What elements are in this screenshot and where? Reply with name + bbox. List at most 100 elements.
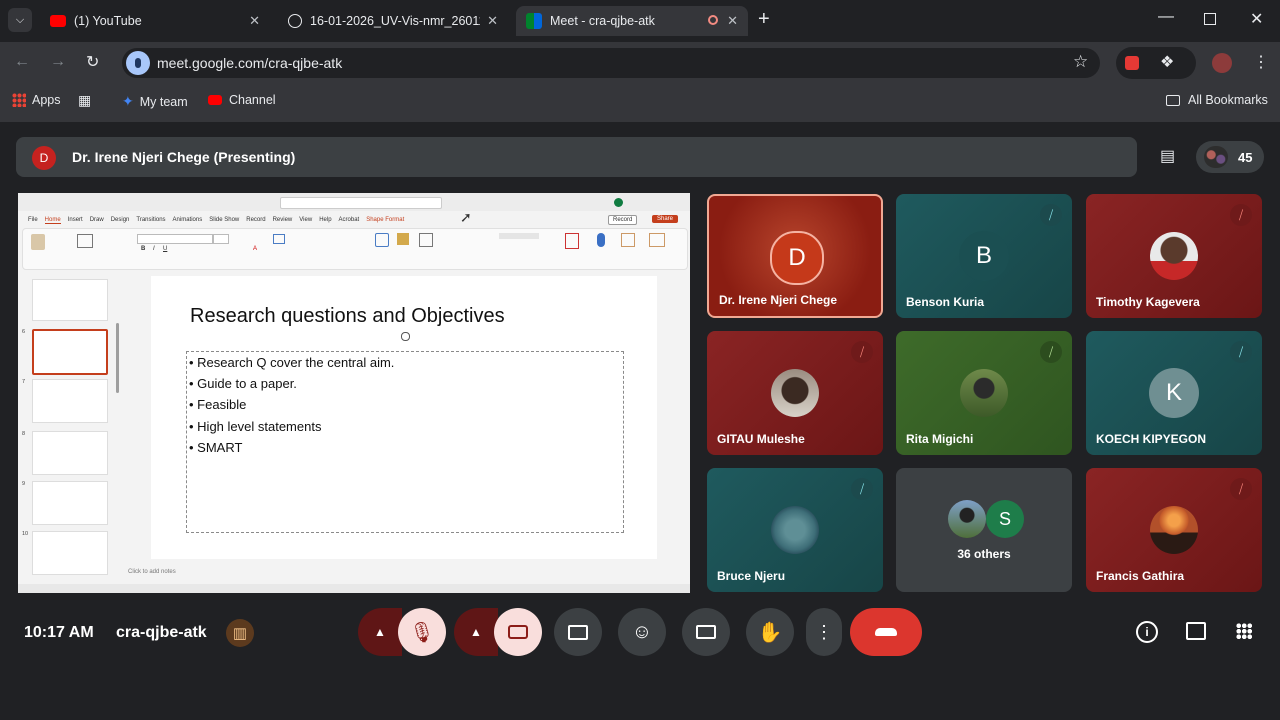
- host-controls-icon[interactable]: ▥: [226, 619, 254, 647]
- raise-hand-button[interactable]: ✋: [746, 608, 794, 656]
- reload-icon[interactable]: ↻: [86, 52, 99, 72]
- thumbnail-number: 10: [22, 531, 29, 537]
- all-bookmarks[interactable]: All Bookmarks: [1166, 93, 1268, 107]
- chat-button[interactable]: [1186, 622, 1206, 640]
- bookmark-my-team[interactable]: ✦ My team: [122, 93, 188, 110]
- new-tab-button[interactable]: +: [758, 8, 770, 31]
- participant-tile[interactable]: K ⧸ KOECH KIPYEGON: [1086, 331, 1262, 455]
- font-selector[interactable]: [137, 234, 213, 244]
- tab-youtube[interactable]: (1) YouTube ✕: [40, 6, 270, 36]
- underline-icon[interactable]: U: [163, 246, 167, 252]
- tab-document[interactable]: 16-01-2026_UV-Vis-nmr_26011 ✕: [278, 6, 508, 36]
- thumbnail[interactable]: [32, 431, 108, 475]
- share-button[interactable]: Share: [652, 215, 679, 223]
- ribbon-tab[interactable]: Design: [111, 217, 130, 223]
- bookmark-apps[interactable]: Apps: [12, 93, 61, 107]
- participant-tile[interactable]: ⧸ GITAU Muleshe: [707, 331, 883, 455]
- tab-groups-icon[interactable]: ▦: [78, 92, 91, 109]
- microphone-toggle[interactable]: 🎙: [398, 608, 446, 656]
- thumbnail[interactable]: [32, 531, 108, 575]
- quick-styles-icon[interactable]: [419, 233, 433, 247]
- profile-avatar[interactable]: [1212, 53, 1232, 73]
- thumbnail[interactable]: [32, 379, 108, 423]
- more-options-button[interactable]: ⋮: [806, 608, 842, 656]
- bookmark-channel[interactable]: Channel: [208, 93, 276, 107]
- url-text[interactable]: meet.google.com/cra-qjbe-atk: [157, 55, 342, 71]
- participant-tile[interactable]: D Dr. Irene Njeri Chege: [707, 194, 883, 318]
- shapes-icon[interactable]: [375, 233, 389, 247]
- close-icon[interactable]: ✕: [487, 13, 498, 29]
- add-ins-icon[interactable]: [621, 233, 635, 247]
- bookmarks-bar: [0, 84, 1280, 123]
- dictate-icon[interactable]: [597, 233, 605, 247]
- ribbon-tab[interactable]: Help: [319, 217, 331, 223]
- people-count-button[interactable]: 45: [1196, 141, 1264, 173]
- mic-off-icon: ⧸: [1230, 341, 1252, 363]
- ribbon-tab[interactable]: Slide Show: [209, 217, 239, 223]
- audio-options-button[interactable]: ▲: [358, 608, 402, 656]
- ppt-search-box[interactable]: [280, 197, 442, 209]
- bold-icon[interactable]: B: [141, 246, 145, 252]
- ribbon-tab[interactable]: Shape Format: [366, 217, 404, 223]
- thumbnail[interactable]: [32, 481, 108, 525]
- close-icon[interactable]: ✕: [727, 13, 738, 29]
- puzzle-icon[interactable]: ❖: [1160, 52, 1174, 72]
- restore-button[interactable]: [1204, 13, 1216, 25]
- notes-placeholder[interactable]: Click to add notes: [128, 569, 176, 575]
- ribbon-tab[interactable]: Record: [246, 217, 265, 223]
- participant-tile[interactable]: ⧸ Bruce Njeru: [707, 468, 883, 592]
- thumbnail-active[interactable]: [32, 329, 108, 375]
- arrange-icon[interactable]: [397, 233, 409, 245]
- bullets-icon[interactable]: [273, 234, 285, 244]
- ribbon-tab[interactable]: View: [299, 217, 312, 223]
- present-button[interactable]: [554, 608, 602, 656]
- back-icon[interactable]: ←: [14, 53, 30, 71]
- microphone-icon[interactable]: [126, 51, 150, 75]
- close-window-button[interactable]: ✕: [1250, 9, 1263, 29]
- designer-icon[interactable]: [649, 233, 665, 247]
- thumbnail-scrollbar[interactable]: [116, 323, 119, 393]
- participant-tile[interactable]: ⧸ Timothy Kagevera: [1086, 194, 1262, 318]
- captions-button[interactable]: [682, 608, 730, 656]
- leave-call-button[interactable]: [850, 608, 922, 656]
- font-color-icon[interactable]: A: [253, 246, 257, 252]
- find-replace-icon[interactable]: [499, 233, 539, 239]
- ribbon-tab[interactable]: Animations: [173, 217, 203, 223]
- forward-icon[interactable]: →: [50, 53, 66, 71]
- participant-tile[interactable]: ⧸ Francis Gathira: [1086, 468, 1262, 592]
- meeting-details-button[interactable]: i: [1136, 621, 1158, 643]
- chevron-up-icon: ▲: [374, 625, 386, 639]
- ribbon-tab[interactable]: Draw: [90, 217, 104, 223]
- phone-hangup-icon: [875, 628, 897, 636]
- rotate-handle-icon[interactable]: [401, 332, 410, 341]
- thumbnail[interactable]: [32, 279, 108, 321]
- extension-icon[interactable]: [1125, 56, 1139, 70]
- avatar: [614, 198, 623, 207]
- ribbon-tab[interactable]: Insert: [68, 217, 83, 223]
- create-pdf-icon[interactable]: [565, 233, 579, 249]
- ribbon-tab[interactable]: File: [28, 217, 38, 223]
- paste-icon[interactable]: [31, 234, 45, 250]
- tab-search-button[interactable]: ⌵: [8, 8, 32, 32]
- star-icon[interactable]: ☆: [1073, 52, 1088, 72]
- reactions-button[interactable]: ☺: [618, 608, 666, 656]
- menu-icon[interactable]: ⋮: [1253, 52, 1269, 72]
- ribbon-tab[interactable]: Home: [44, 217, 61, 224]
- minimize-button[interactable]: —: [1158, 8, 1174, 26]
- hide-presentation-icon[interactable]: ▤: [1160, 146, 1182, 166]
- camera-toggle[interactable]: [494, 608, 542, 656]
- italic-icon[interactable]: I: [153, 246, 155, 252]
- ribbon-tab[interactable]: Review: [273, 217, 293, 223]
- record-button[interactable]: Record: [608, 215, 638, 225]
- ribbon-tab[interactable]: Acrobat: [339, 217, 360, 223]
- ribbon-tab[interactable]: Transitions: [136, 217, 165, 223]
- video-options-button[interactable]: ▲: [454, 608, 498, 656]
- close-icon[interactable]: ✕: [249, 13, 260, 29]
- tab-meet[interactable]: Meet - cra-qjbe-atk ✕: [516, 6, 748, 36]
- activities-button[interactable]: [1236, 623, 1252, 639]
- participant-tile[interactable]: ⧸ Rita Migichi: [896, 331, 1072, 455]
- font-size-selector[interactable]: [213, 234, 229, 244]
- others-tile[interactable]: S 36 others: [896, 468, 1072, 592]
- participant-tile[interactable]: B ⧸ Benson Kuria: [896, 194, 1072, 318]
- new-slide-icon[interactable]: [77, 234, 93, 248]
